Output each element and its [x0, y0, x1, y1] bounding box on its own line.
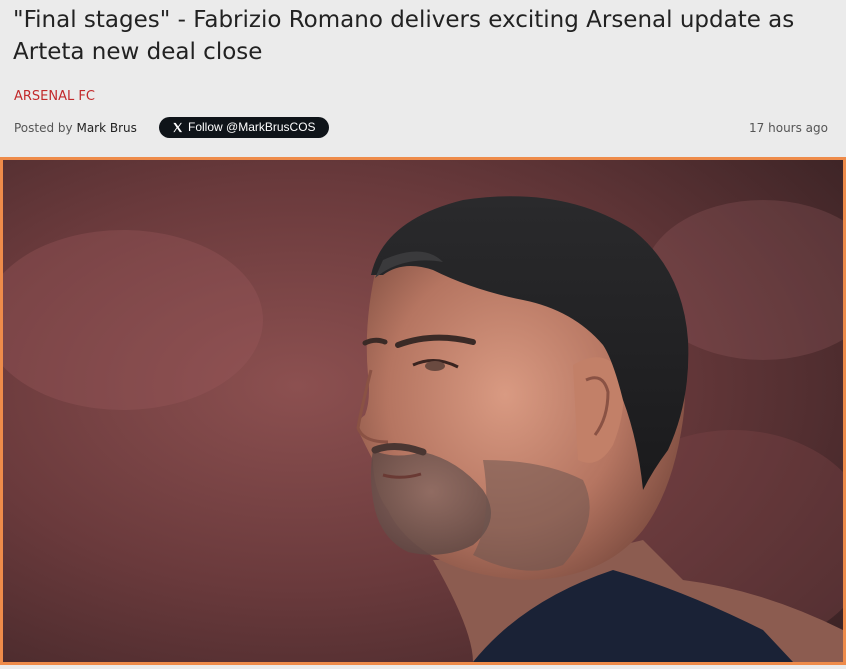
article-headline[interactable]: "Final stages" - Fabrizio Romano deliver…: [13, 4, 833, 68]
byline: Posted by Mark Brus: [14, 121, 137, 135]
photo-of-man-profile-icon: [3, 160, 843, 662]
follow-on-x-button[interactable]: Follow @MarkBrusCOS: [159, 117, 329, 138]
author-link[interactable]: Mark Brus: [76, 121, 136, 135]
x-logo-icon: [173, 122, 183, 133]
category-link[interactable]: ARSENAL FC: [14, 88, 95, 106]
hero-image[interactable]: [0, 157, 846, 665]
timestamp: 17 hours ago: [749, 121, 828, 135]
follow-button-label: Follow @MarkBrusCOS: [188, 120, 316, 134]
article-meta: Posted by Mark Brus Follow @MarkBrusCOS …: [14, 117, 828, 139]
posted-by-label: Posted by: [14, 121, 73, 135]
article-page: "Final stages" - Fabrizio Romano deliver…: [0, 0, 846, 669]
